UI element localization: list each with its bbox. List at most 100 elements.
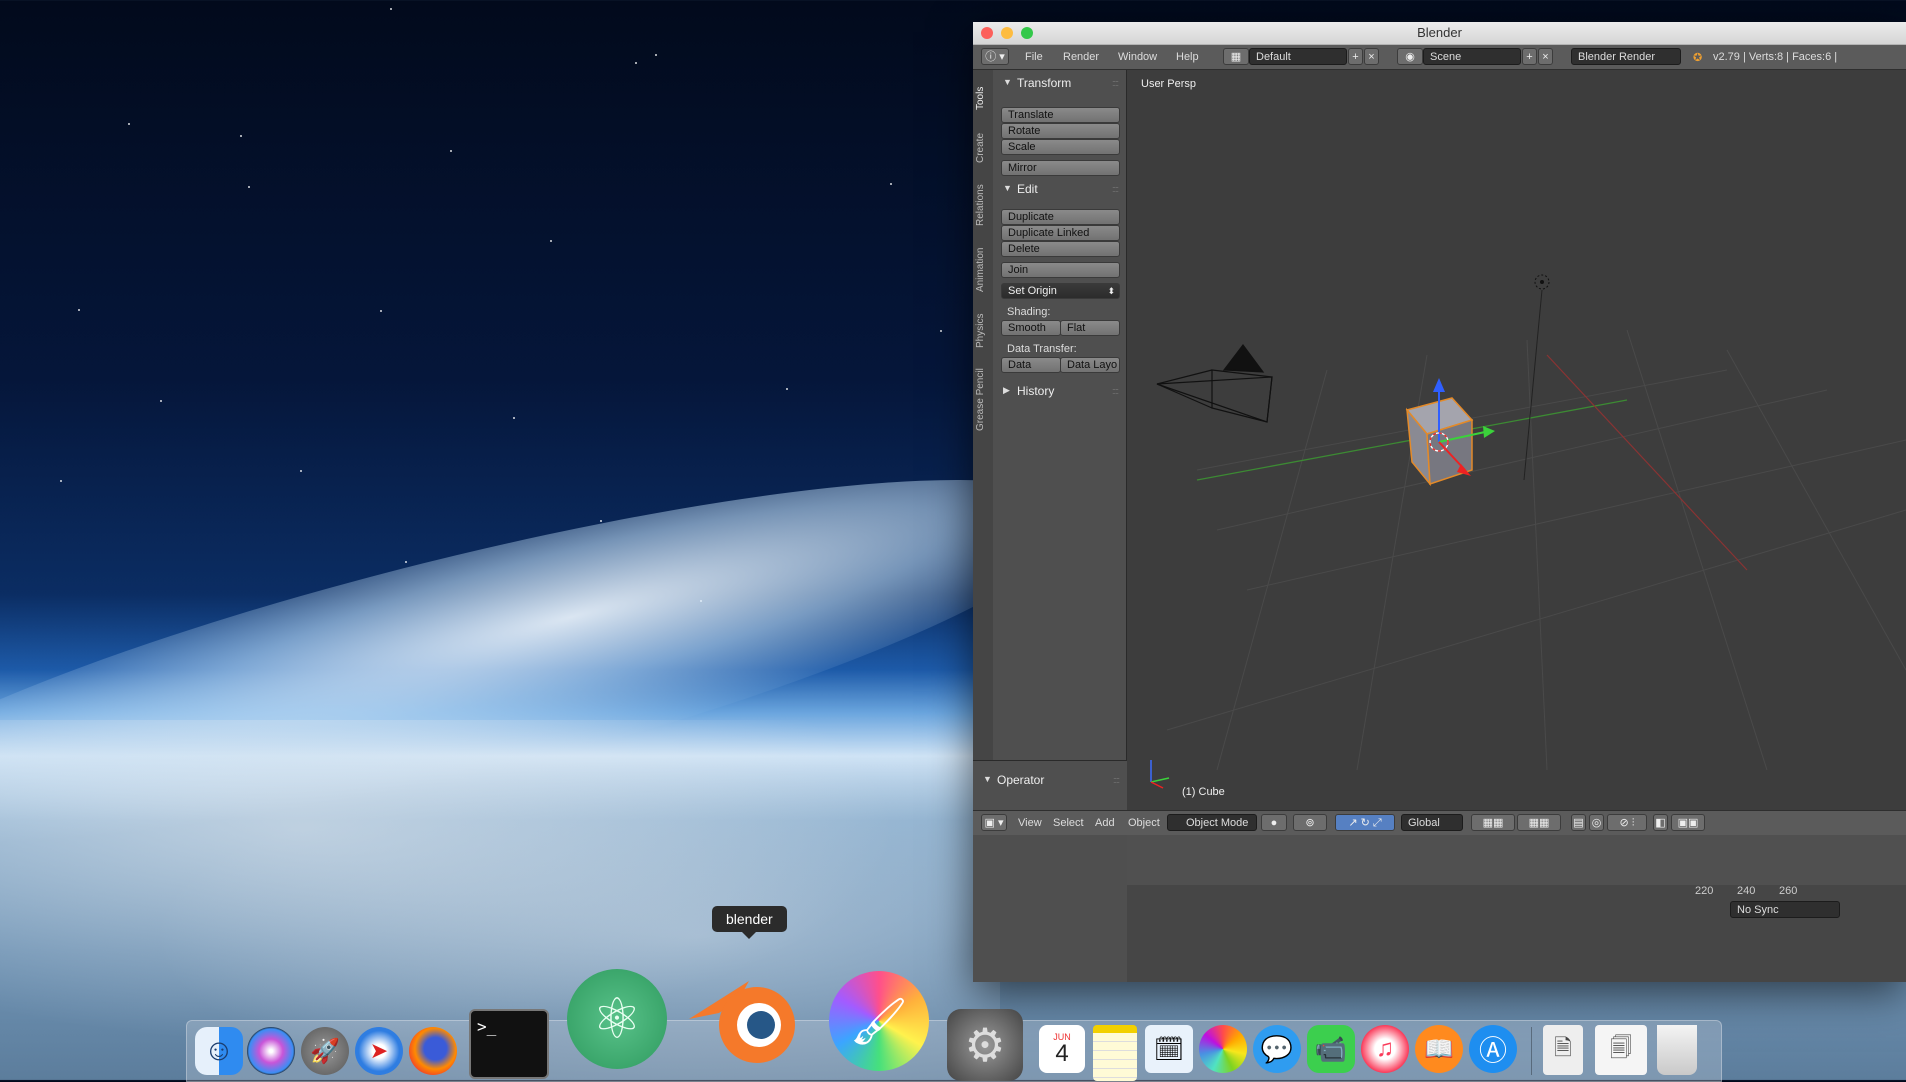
mode-selector[interactable]: Object Mode [1167, 814, 1257, 831]
edit-panel-header[interactable]: ▼ Edit :::: [993, 180, 1126, 198]
scene-selector[interactable]: Scene [1423, 48, 1521, 65]
pivot-icon[interactable]: ⊚ [1293, 814, 1327, 831]
blender-logo-icon: ✪ [1693, 52, 1703, 64]
rotate-button[interactable]: Rotate [1001, 123, 1120, 139]
launchpad-icon[interactable]: 🚀 [301, 1027, 349, 1075]
dropdown-arrows-icon: ⬍ [1107, 286, 1115, 296]
manipulator-icons[interactable]: ↗ ↻ ⤢ [1335, 814, 1395, 831]
terminal-icon[interactable]: >_ [469, 1009, 549, 1079]
add-layout-icon[interactable]: + [1348, 48, 1363, 65]
tab-physics[interactable]: Physics [975, 308, 990, 353]
tool-tabs: Tools Create Relations Animation Physics… [973, 70, 994, 760]
grip-icon[interactable]: :::: [1112, 386, 1119, 396]
transform-panel-header[interactable]: ▼ Transform :::: [993, 74, 1126, 92]
app-store-icon[interactable]: Ⓐ [1469, 1025, 1517, 1073]
grip-icon[interactable]: :::: [1113, 775, 1120, 785]
finder-icon[interactable]: ☺ [195, 1027, 243, 1075]
menu-help[interactable]: Help [1176, 51, 1199, 63]
tab-animation[interactable]: Animation [975, 240, 990, 300]
layout-icon[interactable]: ▦ [1223, 48, 1249, 65]
atom-icon[interactable]: ⚛ [567, 969, 667, 1069]
menu-window[interactable]: Window [1118, 51, 1157, 63]
scene-icon[interactable]: ◉ [1397, 48, 1423, 65]
expanded-arrow-icon: ▼ [983, 774, 992, 784]
camera-object[interactable] [1156, 344, 1273, 423]
menu-file[interactable]: File [1025, 51, 1043, 63]
menu-add[interactable]: Add [1095, 817, 1115, 829]
sync-selector[interactable]: No Sync [1730, 901, 1840, 918]
render-preview-icon[interactable]: ◧ [1653, 814, 1668, 831]
operator-panel-header[interactable]: ▼ Operator :::: [973, 771, 1127, 789]
orientation-selector[interactable]: Global [1401, 814, 1463, 831]
window-title: Blender [1417, 25, 1462, 40]
lock-icon[interactable]: ▤ [1571, 814, 1586, 831]
x-axis-line [1546, 354, 1748, 571]
calendar-icon[interactable]: JUN 4 [1039, 1025, 1085, 1073]
duplicate-linked-button[interactable]: Duplicate Linked [1001, 225, 1120, 241]
menu-view[interactable]: View [1018, 817, 1042, 829]
document-icon[interactable]: 🗎 [1543, 1025, 1583, 1075]
itunes-icon[interactable]: ♫ [1361, 1025, 1409, 1073]
ibooks-icon[interactable]: 📖 [1415, 1025, 1463, 1073]
history-panel-header[interactable]: ▶ History :::: [993, 382, 1126, 400]
tab-create[interactable]: Create [975, 125, 990, 170]
history-title: History [1017, 384, 1055, 398]
layers-grid-icon[interactable]: ▦▦ [1517, 814, 1561, 831]
tab-tools[interactable]: Tools [975, 78, 990, 118]
menu-select[interactable]: Select [1053, 817, 1084, 829]
shading-mode-icon[interactable]: ● [1261, 814, 1287, 831]
data-button[interactable]: Data [1001, 357, 1061, 373]
tool-shelf: ▼ Transform :::: Translate Rotate Scale … [993, 70, 1127, 760]
tab-relations[interactable]: Relations [975, 178, 990, 233]
dock-tooltip: blender [712, 906, 787, 939]
grip-icon[interactable]: :::: [1112, 78, 1119, 88]
editor-type-button[interactable]: ▣ ▾ [981, 814, 1007, 831]
layers-grid-icon[interactable]: ▦▦ [1471, 814, 1515, 831]
render-engine-selector[interactable]: Blender Render [1571, 48, 1681, 65]
downloads-stack-icon[interactable]: 🗐 [1595, 1025, 1647, 1075]
blender-app-icon[interactable] [679, 967, 799, 1071]
photos-icon[interactable] [1199, 1025, 1247, 1073]
krita-icon[interactable]: 🖌 [829, 971, 929, 1071]
viewport-scene [1150, 274, 1906, 789]
firefox-icon[interactable] [409, 1027, 457, 1075]
siri-icon[interactable] [247, 1027, 295, 1075]
dock-divider [1531, 1027, 1532, 1075]
tab-grease-pencil[interactable]: Grease Pencil [975, 360, 990, 440]
system-preferences-icon[interactable]: ⚙ [947, 1009, 1023, 1081]
facetime-icon[interactable]: 📹 [1307, 1025, 1355, 1073]
menu-render[interactable]: Render [1063, 51, 1099, 63]
join-button[interactable]: Join [1001, 262, 1120, 278]
calendar-day: 4 [1055, 1040, 1069, 1067]
flat-button[interactable]: Flat [1060, 320, 1120, 336]
remove-layout-icon[interactable]: × [1364, 48, 1379, 65]
smooth-button[interactable]: Smooth [1001, 320, 1061, 336]
timeline-editor[interactable]: 220 240 260 No Sync [1127, 835, 1906, 982]
reminders-icon[interactable]: 🗓 [1145, 1025, 1193, 1073]
snap-icon[interactable]: ⊘ ⫶ [1607, 814, 1647, 831]
editor-type-button[interactable]: ⓘ ▾ [981, 48, 1009, 65]
safari-icon[interactable]: ➤ [355, 1027, 403, 1075]
notes-icon[interactable] [1093, 1025, 1137, 1081]
trash-icon[interactable] [1657, 1025, 1697, 1075]
lamp-object[interactable] [1523, 274, 1550, 481]
data-transfer-label: Data Transfer: [1007, 343, 1077, 355]
translate-button[interactable]: Translate [1001, 107, 1120, 123]
3d-viewport[interactable]: User Persp (1) Cube [1127, 70, 1906, 810]
set-origin-dropdown[interactable]: Set Origin ⬍ [1001, 283, 1120, 299]
menu-object[interactable]: Object [1128, 817, 1160, 829]
delete-button[interactable]: Delete [1001, 241, 1120, 257]
expanded-arrow-icon: ▼ [1003, 77, 1012, 87]
grip-icon[interactable]: :::: [1112, 184, 1119, 194]
data-layout-button[interactable]: Data Layo [1060, 357, 1120, 373]
messages-icon[interactable]: 💬 [1253, 1025, 1301, 1073]
duplicate-button[interactable]: Duplicate [1001, 209, 1120, 225]
mirror-button[interactable]: Mirror [1001, 160, 1120, 176]
opengl-render-icon[interactable]: ▣▣ [1671, 814, 1705, 831]
layout-selector[interactable]: Default [1249, 48, 1347, 65]
remove-scene-icon[interactable]: × [1538, 48, 1553, 65]
add-scene-icon[interactable]: + [1522, 48, 1537, 65]
scale-button[interactable]: Scale [1001, 139, 1120, 155]
proportional-edit-icon[interactable]: ◎ [1589, 814, 1604, 831]
axis-gizmo [1150, 760, 1170, 789]
